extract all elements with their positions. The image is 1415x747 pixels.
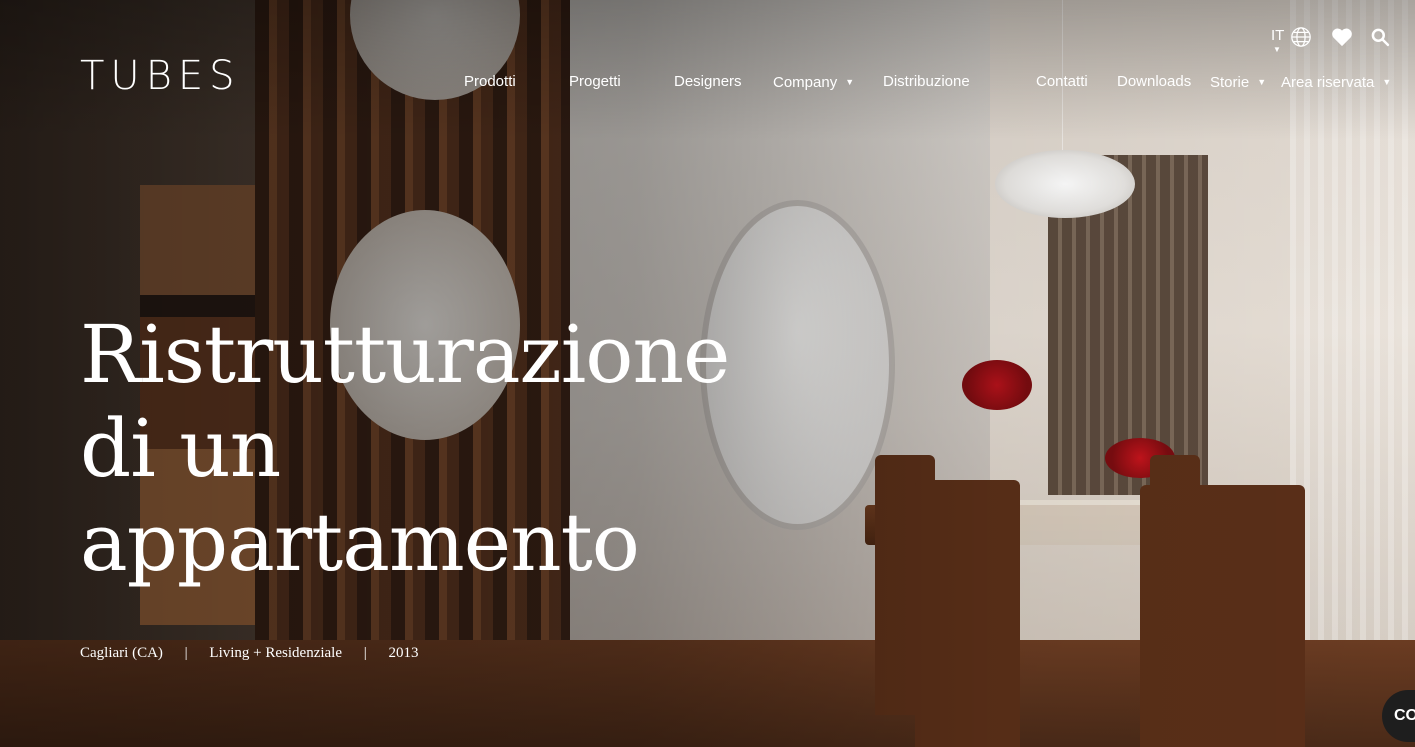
title-line: Ristrutturazione bbox=[80, 308, 730, 401]
brand-logo[interactable]: TUBES bbox=[80, 56, 241, 96]
chevron-down-icon: ▼ bbox=[1273, 45, 1281, 54]
nav-item-downloads[interactable]: Downloads bbox=[1117, 72, 1191, 92]
project-location: Cagliari (CA) bbox=[80, 645, 163, 661]
nav-item-distribuzione[interactable]: Distribuzione bbox=[883, 72, 970, 92]
nav-item-label: Contatti bbox=[1036, 73, 1088, 90]
chevron-down-icon: ▼ bbox=[845, 77, 855, 87]
page-title: Ristrutturazione di un appartamento bbox=[80, 308, 800, 590]
nav-item-progetti[interactable]: Progetti bbox=[569, 72, 621, 92]
project-year: 2013 bbox=[388, 645, 419, 661]
nav-item-company[interactable]: Company ▼ bbox=[773, 72, 854, 93]
project-category: Living + Residenziale bbox=[209, 645, 343, 661]
nav-item-area-riservata[interactable]: Area riservata ▼ bbox=[1281, 72, 1391, 93]
nav-item-label: Storie bbox=[1210, 74, 1250, 91]
nav-item-prodotti[interactable]: Prodotti bbox=[464, 72, 516, 92]
language-selector[interactable]: IT bbox=[1271, 27, 1284, 45]
project-meta: Cagliari (CA) | Living + Residenziale | … bbox=[80, 644, 419, 662]
globe-icon[interactable] bbox=[1290, 26, 1312, 48]
nav-item-label: Progetti bbox=[569, 73, 621, 90]
nav-item-label: Distribuzione bbox=[883, 73, 970, 90]
nav-item-label: Company bbox=[773, 74, 838, 91]
chat-label: CO bbox=[1394, 707, 1415, 724]
title-line: di un bbox=[80, 402, 281, 495]
nav-item-label: Prodotti bbox=[464, 73, 516, 90]
chevron-down-icon: ▼ bbox=[1382, 77, 1392, 87]
chevron-down-icon: ▼ bbox=[1257, 77, 1267, 87]
nav-item-storie[interactable]: Storie ▼ bbox=[1210, 72, 1266, 93]
meta-separator: | bbox=[363, 645, 367, 661]
heart-icon[interactable] bbox=[1331, 27, 1353, 47]
nav-item-label: Area riservata bbox=[1281, 74, 1375, 91]
nav-item-label: Downloads bbox=[1117, 73, 1192, 90]
nav-item-designers[interactable]: Designers bbox=[674, 72, 742, 92]
nav-item-label: Designers bbox=[674, 73, 742, 90]
nav-item-contatti[interactable]: Contatti bbox=[1036, 72, 1088, 92]
meta-separator: | bbox=[184, 645, 188, 661]
search-icon[interactable] bbox=[1370, 27, 1390, 47]
title-line: appartamento bbox=[80, 496, 640, 589]
